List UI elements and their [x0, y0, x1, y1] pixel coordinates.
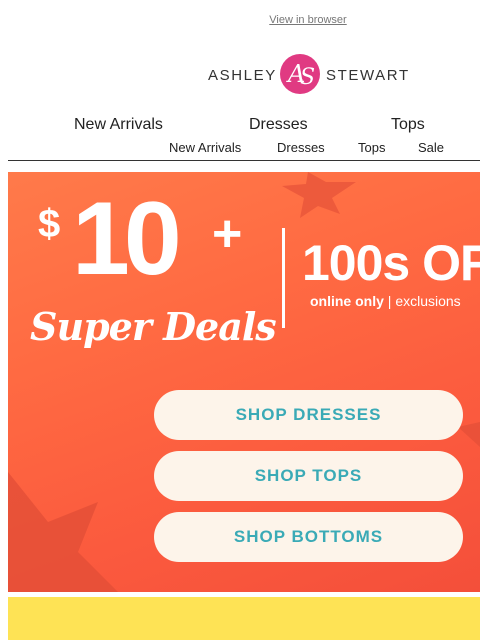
secondary-nav: New Arrivals Dresses Tops Sale — [0, 140, 480, 156]
nav-secondary-dresses[interactable]: Dresses — [277, 140, 325, 155]
online-separator: | — [383, 293, 396, 309]
super-deals-headline: Super Deals — [30, 304, 277, 349]
online-only-label: online only — [310, 293, 384, 309]
svg-text:S: S — [300, 65, 315, 90]
nav-secondary-sale[interactable]: Sale — [418, 140, 444, 155]
nav-divider — [8, 160, 480, 161]
nav-primary-dresses[interactable]: Dresses — [249, 116, 308, 134]
primary-nav: New Arrivals Dresses Tops — [0, 116, 480, 136]
shop-tops-button[interactable]: SHOP TOPS — [154, 451, 463, 501]
logo-monogram-icon: A S — [280, 54, 320, 94]
hundreds-of-styles-text: 100s OF ST — [302, 235, 480, 291]
nav-secondary-new-arrivals[interactable]: New Arrivals — [169, 140, 241, 155]
view-in-browser-link[interactable]: View in browser — [0, 14, 480, 26]
logo-word-stewart: STEWART — [326, 67, 410, 84]
nav-primary-tops[interactable]: Tops — [391, 116, 425, 134]
shop-bottoms-button[interactable]: SHOP BOTTOMS — [154, 512, 463, 562]
promo-band — [8, 597, 480, 640]
hero-banner[interactable]: $ 10 + Super Deals 100s OF ST online onl… — [8, 172, 480, 592]
shop-dresses-button[interactable]: SHOP DRESSES — [154, 390, 463, 440]
online-only-text: online only | exclusions — [310, 293, 461, 309]
price-plus: + — [212, 205, 243, 263]
price-amount: 10 — [72, 181, 182, 297]
nav-secondary-tops[interactable]: Tops — [358, 140, 385, 155]
brand-logo[interactable]: ASHLEY A S STEWART — [208, 52, 418, 96]
logo-word-ashley: ASHLEY — [208, 67, 277, 84]
nav-primary-new-arrivals[interactable]: New Arrivals — [74, 116, 163, 134]
hero-divider — [282, 228, 285, 328]
exclusions-label: exclusions — [395, 293, 461, 309]
dollar-sign: $ — [38, 202, 61, 246]
